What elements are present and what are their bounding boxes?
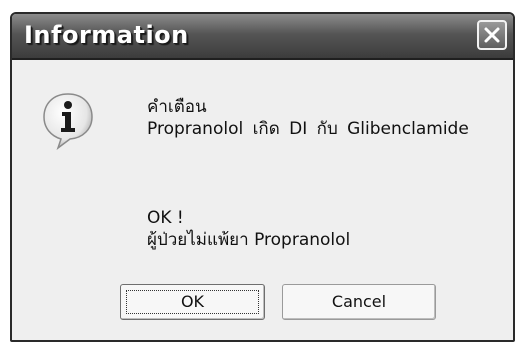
message-heading: คำเตือน (147, 97, 207, 117)
close-button[interactable] (477, 20, 507, 50)
ok-button[interactable]: OK (120, 284, 265, 320)
cancel-button-label: Cancel (331, 292, 387, 311)
dialog-body: คำเตือน Propranolol เกิด DI กับ Glibencl… (12, 60, 513, 340)
title-bar[interactable]: Information (12, 14, 513, 60)
information-dialog: Information คำเตือน Propranolol เกิด DI … (10, 12, 515, 342)
page: Information คำเตือน Propranolol เกิด DI … (0, 0, 525, 352)
message-area: คำเตือน Propranolol เกิด DI กับ Glibencl… (147, 96, 469, 251)
close-icon (484, 27, 500, 43)
cancel-button[interactable]: Cancel (282, 284, 436, 320)
info-icon (43, 93, 93, 150)
focus-rect (126, 290, 259, 314)
dialog-title: Information (24, 21, 189, 49)
message-line: Propranolol เกิด DI กับ Glibenclamide (147, 119, 469, 139)
status-detail: ผู้ป่วยไม่แพ้ยา Propranolol (147, 230, 351, 250)
status-text: OK ! (147, 208, 184, 228)
